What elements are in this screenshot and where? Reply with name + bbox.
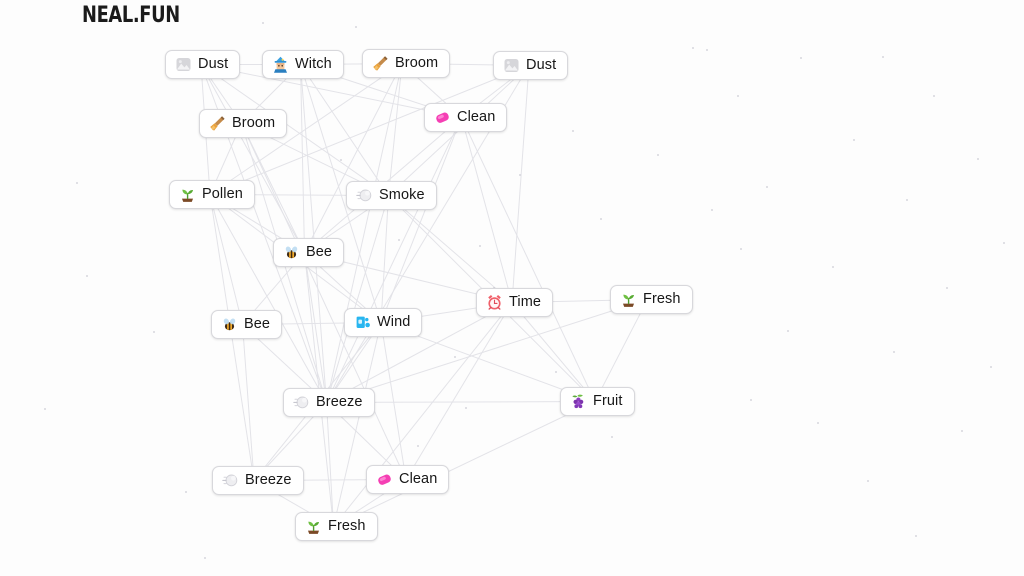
element-card-breeze-mid[interactable]: Breeze [283, 388, 375, 417]
broom-icon [372, 55, 389, 72]
element-label: Bee [306, 244, 333, 261]
breeze-icon [222, 472, 239, 489]
element-label: Clean [457, 109, 496, 126]
element-label: Time [509, 294, 542, 311]
fruit-icon [570, 393, 587, 410]
smoke-icon [356, 187, 373, 204]
element-card-smoke[interactable]: Smoke [346, 181, 437, 210]
element-label: Bee [244, 316, 271, 333]
wind-icon [354, 314, 371, 331]
element-card-breeze-low[interactable]: Breeze [212, 466, 304, 495]
element-label: Dust [526, 57, 557, 74]
element-label: Smoke [379, 187, 425, 204]
element-label: Witch [295, 56, 332, 73]
clean-icon [434, 109, 451, 126]
element-label: Fruit [593, 393, 623, 410]
element-card-wind[interactable]: Wind [344, 308, 423, 337]
time-icon [486, 294, 503, 311]
fresh-icon [305, 518, 322, 535]
element-card-fresh-low[interactable]: Fresh [295, 512, 378, 541]
element-label: Fresh [643, 291, 681, 308]
element-label: Breeze [316, 394, 363, 411]
element-card-time[interactable]: Time [476, 288, 554, 317]
element-label: Clean [399, 471, 438, 488]
element-card-broom-top[interactable]: Broom [362, 49, 451, 78]
element-card-clean-top[interactable]: Clean [424, 103, 508, 132]
element-card-pollen[interactable]: Pollen [169, 180, 255, 209]
element-label: Pollen [202, 186, 243, 203]
element-label: Fresh [328, 518, 366, 535]
element-card-dust-left[interactable]: Dust [165, 50, 241, 79]
element-label: Broom [395, 55, 439, 72]
fresh-icon [620, 291, 637, 308]
witch-icon [272, 56, 289, 73]
element-card-broom-left[interactable]: Broom [199, 109, 288, 138]
element-card-fresh-right[interactable]: Fresh [610, 285, 693, 314]
bee-icon [221, 316, 238, 333]
element-card-witch[interactable]: Witch [262, 50, 344, 79]
clean-icon [376, 471, 393, 488]
element-card-fruit[interactable]: Fruit [560, 387, 635, 416]
element-card-clean-low[interactable]: Clean [366, 465, 450, 494]
infinite-craft-canvas: NEAL.FUN Dust Witch Broom Dust Broom Clean Pol… [0, 0, 1024, 576]
dust-icon [175, 56, 192, 73]
element-label: Dust [198, 56, 229, 73]
broom-icon [209, 115, 226, 132]
element-label: Wind [377, 314, 411, 331]
pollen-icon [179, 186, 196, 203]
breeze-icon [293, 394, 310, 411]
bee-icon [283, 244, 300, 261]
element-label: Broom [232, 115, 276, 132]
element-label: Breeze [245, 472, 292, 489]
element-nodes-layer: Dust Witch Broom Dust Broom Clean Pollen Smoke B… [0, 0, 1024, 576]
element-card-dust-right[interactable]: Dust [493, 51, 569, 80]
element-card-bee-upper[interactable]: Bee [273, 238, 345, 267]
element-card-bee-left[interactable]: Bee [211, 310, 283, 339]
dust-icon [503, 57, 520, 74]
